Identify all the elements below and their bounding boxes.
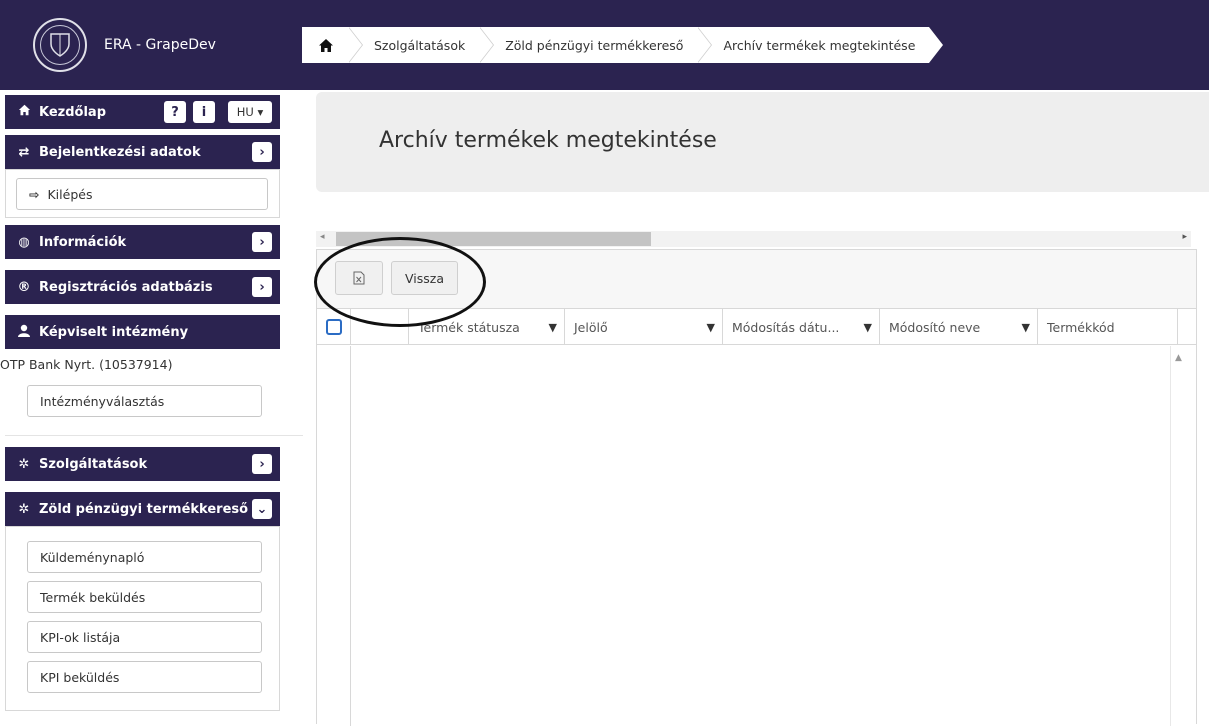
sidebar-item-label: Kezdőlap [39,104,106,120]
column-header-product-code[interactable]: Termékkód [1037,309,1177,345]
info-icon[interactable]: i [193,101,215,123]
exchange-icon: ⇄ [18,144,30,160]
chevron-right-icon[interactable]: › [252,454,272,474]
shield-icon [50,33,70,57]
scroll-up-icon[interactable]: ▲ [1175,353,1182,363]
page-header: Archív termékek megtekintése [316,92,1209,192]
filter-icon[interactable]: ▼ [864,321,872,334]
sidebar: Kezdőlap ? i HU ▾ ⇄ Bejelentkezési adato… [0,90,303,724]
column-header-status[interactable]: Termék státusza ▼ [408,309,564,345]
home-icon [15,104,33,120]
brand[interactable]: ERA - GrapeDev [0,0,302,90]
sidebar-item-home[interactable]: Kezdőlap ? i HU ▾ [5,95,280,129]
gear-icon: ✲ [18,456,30,472]
login-panel: ⇨ Kilépés [5,169,280,218]
sidebar-item-represented: Képviselt intézmény [5,315,280,349]
column-header-empty [350,309,408,345]
back-button[interactable]: Vissza [391,261,458,295]
sidebar-item-label: Bejelentkezési adatok [39,144,201,160]
excel-export-icon [353,271,365,285]
select-all-checkbox[interactable] [326,319,342,335]
filter-icon[interactable]: ▼ [1022,321,1030,334]
top-bar: ERA - GrapeDev Szolgáltatások Zöld pénzü… [0,0,1209,90]
checkbox-column-divider [350,346,351,726]
kpi-submit-button[interactable]: KPI beküldés [27,661,262,693]
scroll-right-icon[interactable]: ▸ [1182,232,1187,242]
chevron-right-icon[interactable]: › [252,277,272,297]
grid-toolbar: Vissza [317,250,1196,309]
user-icon [15,324,33,341]
filter-icon[interactable]: ▼ [549,321,557,334]
gear-icon: ✲ [18,501,30,517]
vertical-scrollbar-track[interactable] [1170,346,1171,726]
product-submit-button[interactable]: Termék beküldés [27,581,262,613]
green-finder-panel: Küldeménynapló Termék beküldés KPI-ok li… [5,526,280,711]
sidebar-item-info[interactable]: ◍ Információk › [5,225,280,259]
sidebar-item-label: Információk [39,234,127,250]
column-header-modified-date[interactable]: Módosítás dátu... ▼ [722,309,879,345]
grid-header-row: Termék státusza ▼ Jelölő ▼ Módosítás dát… [317,309,1196,345]
horizontal-scrollbar[interactable]: ◂ ▸ [316,231,1191,247]
scroll-left-icon[interactable]: ◂ [320,232,325,242]
globe-icon: ◍ [18,234,30,250]
breadcrumb-home[interactable] [302,27,363,63]
institution-select-button[interactable]: Intézményválasztás [27,385,262,417]
data-grid: Vissza Termék státusza ▼ Jelölő ▼ Módosí… [316,249,1197,726]
sidebar-item-registry[interactable]: ® Regisztrációs adatbázis › [5,270,280,304]
divider [5,435,303,436]
column-header-marker[interactable]: Jelölő ▼ [564,309,722,345]
shipment-log-button[interactable]: Küldeménynapló [27,541,262,573]
filter-icon[interactable]: ▼ [707,321,715,334]
chevron-down-icon[interactable]: ⌄ [252,499,272,519]
export-excel-button[interactable] [335,261,383,295]
kpi-list-button[interactable]: KPI-ok listája [27,621,262,653]
breadcrumb-services[interactable]: Szolgáltatások [348,27,495,63]
logout-icon: ⇨ [29,186,40,202]
breadcrumb-archive: Archív termékek megtekintése [697,27,944,63]
chevron-right-icon[interactable]: › [252,142,272,162]
breadcrumb: Szolgáltatások Zöld pénzügyi termékkeres… [302,27,944,63]
language-select[interactable]: HU ▾ [228,101,272,123]
sidebar-item-label: Képviselt intézmény [39,324,189,340]
scrollbar-thumb[interactable] [336,232,651,246]
app-title: ERA - GrapeDev [104,37,216,53]
column-header-modifier-name[interactable]: Módosító neve ▼ [879,309,1037,345]
breadcrumb-green-finder[interactable]: Zöld pénzügyi termékkereső [479,27,713,63]
coat-of-arms-logo [33,18,87,72]
help-icon[interactable]: ? [164,101,186,123]
sidebar-item-login[interactable]: ⇄ Bejelentkezési adatok › [5,135,280,169]
sidebar-item-services[interactable]: ✲ Szolgáltatások › [5,447,280,481]
institution-name: OTP Bank Nyrt. (10537914) [0,357,173,372]
column-header-spacer [1177,309,1196,345]
chevron-right-icon[interactable]: › [252,232,272,252]
sidebar-item-label: Regisztrációs adatbázis [39,279,213,295]
sidebar-item-label: Zöld pénzügyi termékkereső [39,501,249,517]
logout-button[interactable]: ⇨ Kilépés [16,178,268,210]
home-icon [319,38,333,52]
sidebar-item-green-finder[interactable]: ✲ Zöld pénzügyi termékkereső ⌄ [5,492,280,526]
sidebar-item-label: Szolgáltatások [39,456,148,472]
registered-icon: ® [17,279,31,295]
page-title: Archív termékek megtekintése [379,128,717,153]
